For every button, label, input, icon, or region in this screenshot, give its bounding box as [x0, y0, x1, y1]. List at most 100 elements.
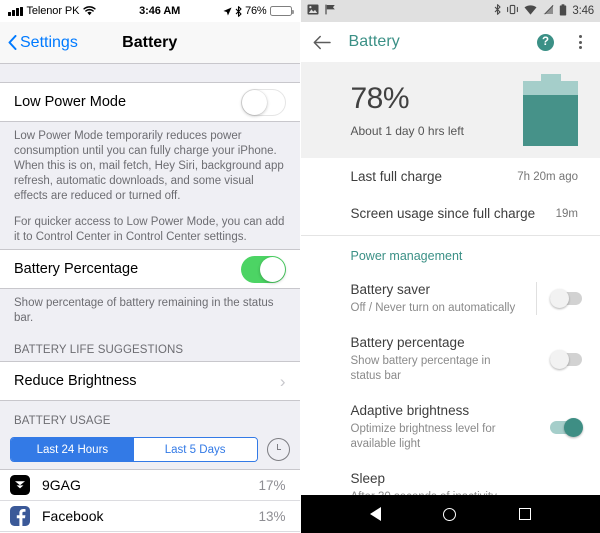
carrier-label: Telenor PK	[26, 5, 80, 17]
battery-saver-label: Battery saver	[350, 282, 431, 297]
low-power-mode-description-2: For quicker access to Low Power Mode, yo…	[14, 216, 285, 243]
power-management-header: Power management	[350, 249, 463, 263]
battery-percentage-toggle[interactable]	[240, 255, 286, 283]
ios-nav-bar: Settings Battery	[0, 22, 300, 64]
battery-summary-text: 78% About 1 day 0 hrs left	[351, 82, 464, 138]
table-row[interactable]: 9GAG 17%	[0, 470, 300, 501]
battery-usage-app-list: 9GAG 17% Facebook 13%	[0, 469, 300, 533]
spacer	[0, 64, 300, 82]
9gag-app-icon	[10, 475, 30, 495]
last-full-charge-value: 7h 20m ago	[517, 170, 578, 183]
battery-level-icon	[523, 74, 578, 146]
clock-icon[interactable]	[266, 438, 290, 461]
location-arrow-icon	[223, 6, 232, 16]
reduce-brightness-row[interactable]: Reduce Brightness ›	[0, 361, 300, 401]
usage-range-segmented-control[interactable]: Last 24 Hours Last 5 Days	[10, 437, 258, 462]
ios-battery-percent: 76%	[245, 5, 267, 17]
sleep-label: Sleep	[350, 471, 386, 486]
adaptive-brightness-text: Adaptive brightness Optimize brightness …	[351, 402, 537, 452]
battery-icon	[269, 6, 294, 16]
nav-recents-icon[interactable]	[518, 508, 531, 520]
chevron-left-icon	[8, 35, 17, 50]
signal-no-sim-icon	[542, 4, 554, 18]
segment-last-24-hours[interactable]: Last 24 Hours	[11, 438, 134, 461]
adaptive-brightness-row[interactable]: Adaptive brightness Optimize brightness …	[301, 393, 600, 461]
table-row[interactable]: Facebook 13%	[0, 501, 300, 532]
battery-percentage-label: Battery Percentage	[14, 261, 139, 277]
battery-saver-toggle-cell	[536, 282, 582, 315]
signal-bars-icon	[8, 6, 23, 16]
back-label: Settings	[20, 33, 78, 51]
battery-percentage-row[interactable]: Battery Percentage	[0, 249, 300, 289]
nav-back-icon[interactable]	[369, 507, 381, 521]
android-status-left	[307, 2, 336, 20]
battery-percentage-toggle[interactable]	[550, 349, 582, 369]
app-name: Facebook	[42, 508, 104, 524]
low-power-mode-description-1: Low Power Mode temporarily reduces power…	[14, 130, 284, 202]
battery-usage-header: BATTERY USAGE	[0, 401, 300, 432]
adaptive-brightness-label: Adaptive brightness	[350, 403, 470, 418]
battery-saver-toggle[interactable]	[550, 289, 582, 308]
facebook-app-icon	[10, 506, 30, 526]
chevron-right-icon: ›	[279, 371, 286, 391]
segment-last-5-days[interactable]: Last 5 Days	[133, 438, 257, 461]
android-status-bar: 3:46	[300, 0, 600, 22]
ios-status-bar: Telenor PK 3:46 AM 76%	[0, 0, 300, 22]
battery-percentage-description-text: Show percentage of battery remaining in …	[14, 297, 274, 324]
low-power-mode-description: Low Power Mode temporarily reduces power…	[0, 122, 300, 249]
help-icon[interactable]: ?	[537, 33, 554, 51]
low-power-mode-toggle[interactable]	[240, 88, 286, 116]
battery-percentage-row[interactable]: Battery percentage Show battery percenta…	[301, 325, 600, 393]
dual-screenshot-container: Telenor PK 3:46 AM 76% Settings Battery …	[0, 0, 600, 533]
battery-percentage-toggle-cell	[536, 349, 582, 369]
adaptive-brightness-toggle[interactable]	[550, 417, 583, 437]
screen-usage-value: 19m	[555, 207, 578, 220]
page-title: Battery	[348, 33, 400, 50]
adaptive-brightness-subtitle: Optimize brightness level for available …	[350, 423, 496, 450]
android-battery-screen: 3:46 Battery ? 78% About 1 day 0 hrs lef…	[300, 0, 600, 533]
app-battery-percent: 17%	[258, 477, 286, 493]
low-power-mode-label: Low Power Mode	[14, 94, 127, 110]
ios-status-left: Telenor PK	[8, 5, 96, 17]
app-name: 9GAG	[42, 477, 81, 493]
battery-percentage-description: Show percentage of battery remaining in …	[0, 289, 300, 330]
ios-battery-screen: Telenor PK 3:46 AM 76% Settings Battery …	[0, 0, 301, 533]
back-to-settings-button[interactable]: Settings	[8, 34, 78, 52]
battery-summary: 78% About 1 day 0 hrs left	[300, 62, 600, 158]
battery-percent-value: 78%	[350, 82, 410, 115]
app-battery-percent: 13%	[258, 508, 286, 524]
photo-icon	[307, 2, 319, 20]
wifi-icon	[524, 4, 537, 18]
android-app-bar: Battery ?	[300, 22, 600, 62]
android-navigation-bar	[300, 495, 600, 533]
android-clock: 3:46	[572, 5, 594, 17]
ios-clock: 3:46 AM	[139, 5, 181, 17]
ios-status-right: 76%	[223, 5, 294, 17]
battery-icon	[559, 3, 567, 19]
reduce-brightness-label: Reduce Brightness	[14, 373, 137, 389]
battery-percentage-subtitle: Show battery percentage in status bar	[350, 355, 491, 382]
low-power-mode-row[interactable]: Low Power Mode	[0, 82, 300, 122]
battery-percentage-text: Battery percentage Show battery percenta…	[351, 334, 537, 384]
adaptive-brightness-toggle-cell	[536, 417, 583, 437]
last-full-charge-row[interactable]: Last full charge 7h 20m ago	[301, 158, 600, 195]
battery-usage-controls: Last 24 Hours Last 5 Days	[0, 432, 300, 469]
battery-saver-text: Battery saver Off / Never turn on automa…	[351, 281, 537, 316]
back-arrow-icon[interactable]	[313, 35, 331, 50]
bluetooth-icon	[235, 5, 242, 17]
flag-icon	[324, 2, 336, 20]
battery-saver-row[interactable]: Battery saver Off / Never turn on automa…	[301, 272, 600, 325]
overflow-menu-icon[interactable]	[572, 33, 588, 51]
battery-life-suggestions-header: BATTERY LIFE SUGGESTIONS	[0, 330, 300, 361]
android-status-right: 3:46	[494, 3, 594, 19]
battery-saver-subtitle: Off / Never turn on automatically	[350, 302, 516, 314]
wifi-icon	[83, 6, 96, 16]
battery-time-remaining: About 1 day 0 hrs left	[350, 124, 464, 138]
screen-usage-row[interactable]: Screen usage since full charge 19m	[301, 195, 600, 232]
battery-stats-list: Last full charge 7h 20m ago Screen usage…	[300, 158, 600, 514]
battery-percentage-label: Battery percentage	[350, 335, 465, 350]
nav-home-icon[interactable]	[443, 507, 457, 521]
ios-scroll-body: Low Power Mode Low Power Mode temporaril…	[0, 64, 300, 533]
vibrate-icon	[506, 4, 519, 18]
last-full-charge-label: Last full charge	[350, 169, 443, 184]
